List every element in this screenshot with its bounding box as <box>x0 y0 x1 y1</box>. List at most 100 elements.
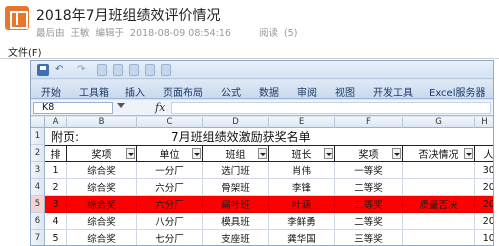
cell-no[interactable]: 3 <box>45 196 67 213</box>
cell-level[interactable]: 一等奖 <box>335 162 403 179</box>
appendix-label[interactable]: 附页: <box>51 128 79 145</box>
tab-formulas[interactable]: 公式 <box>221 84 241 99</box>
cell-team[interactable]: 支座班 <box>203 230 269 245</box>
cell-veto[interactable] <box>403 213 475 230</box>
cell-bonus[interactable]: 200.00 <box>475 213 493 230</box>
file-menu[interactable]: 文件(F) <box>8 44 42 59</box>
open-icon[interactable] <box>113 64 123 76</box>
cell-team[interactable]: 模具班 <box>203 213 269 230</box>
cell-no[interactable]: 5 <box>45 230 67 245</box>
formula-input[interactable] <box>171 102 491 114</box>
cell-no[interactable]: 4 <box>45 213 67 230</box>
tab-excel-server[interactable]: Excel服务器 <box>429 84 486 99</box>
cell-award[interactable]: 综合奖 <box>67 162 137 179</box>
tab-toolbox[interactable]: 工具箱 <box>79 84 109 99</box>
filter-dropdown-icon[interactable] <box>324 148 333 159</box>
cell-bonus[interactable]: 300.00 <box>475 162 493 179</box>
cell-award[interactable]: 综合奖 <box>67 213 137 230</box>
header-cell-team[interactable]: 班组 <box>203 145 269 162</box>
cell-team[interactable]: 扁叶班 <box>203 196 269 213</box>
header-cell-bonus-label: 人均奖 <box>483 150 494 161</box>
cell-level[interactable]: 二等奖 <box>335 213 403 230</box>
tab-insert[interactable]: 插入 <box>125 84 145 99</box>
filter-dropdown-icon[interactable] <box>126 148 135 159</box>
column-header-h[interactable]: H <box>475 117 493 128</box>
cell-unit[interactable]: 六分厂 <box>137 179 203 196</box>
column-header-c[interactable]: C <box>137 117 203 128</box>
cell-veto[interactable] <box>403 230 475 245</box>
header-cell-bonus[interactable]: 人均奖 <box>475 145 494 162</box>
row-header[interactable]: 4 <box>31 179 45 196</box>
column-header-f[interactable]: F <box>335 117 403 128</box>
cell-unit[interactable]: 七分厂 <box>137 230 203 245</box>
excel-window: ↶ ↷ 开始 工具箱 插入 页面布局 公式 数据 审阅 视图 开发工具 Exce… <box>30 60 494 246</box>
filter-dropdown-icon[interactable] <box>192 148 201 159</box>
cell-award[interactable]: 综合奖 <box>67 230 137 245</box>
cell-bonus[interactable]: 200.00 <box>475 196 493 213</box>
print-preview-icon[interactable] <box>97 64 107 76</box>
filter-dropdown-icon[interactable] <box>464 148 473 159</box>
select-all-corner[interactable] <box>31 117 45 128</box>
cell-leader[interactable]: 李锋 <box>269 179 335 196</box>
column-header-g[interactable]: G <box>403 117 475 128</box>
header-cell-leader[interactable]: 班长 <box>269 145 335 162</box>
name-box[interactable]: K8 <box>33 102 113 114</box>
header-cell-no[interactable]: 排 <box>45 145 67 162</box>
cell-unit[interactable]: 八分厂 <box>137 213 203 230</box>
insert-function-icon[interactable]: fx <box>155 101 165 114</box>
filter-dropdown-icon[interactable] <box>392 148 401 159</box>
row-header[interactable]: 2 <box>31 145 45 162</box>
row-header[interactable]: 3 <box>31 162 45 179</box>
column-header-b[interactable]: B <box>67 117 137 128</box>
cell-level[interactable]: 三等奖 <box>335 230 403 245</box>
tab-home[interactable]: 开始 <box>41 84 61 99</box>
new-icon[interactable] <box>129 64 139 76</box>
row-header[interactable]: 5 <box>31 196 45 213</box>
column-header-e[interactable]: E <box>269 117 335 128</box>
header-cell-veto[interactable]: 否决情况 <box>403 145 475 162</box>
save-icon[interactable] <box>37 64 49 76</box>
column-header-d[interactable]: D <box>203 117 269 128</box>
name-box-dropdown-icon[interactable] <box>117 103 125 108</box>
cell-no[interactable]: 1 <box>45 162 67 179</box>
header-cell-level[interactable]: 奖项 <box>335 145 403 162</box>
redo-icon[interactable]: ↷ <box>77 64 89 76</box>
last-edited-label: 最后由 <box>36 28 65 39</box>
cell-leader[interactable]: 龚华国 <box>269 230 335 245</box>
row-header[interactable]: 7 <box>31 230 45 245</box>
cell-award[interactable]: 综合奖 <box>67 196 137 213</box>
cell-team[interactable]: 选门班 <box>203 162 269 179</box>
header-cell-unit[interactable]: 单位 <box>137 145 203 162</box>
author-name[interactable]: 王敏 <box>71 28 90 39</box>
cell-award[interactable]: 综合奖 <box>67 179 137 196</box>
cell-leader[interactable]: 叶涵 <box>269 196 335 213</box>
cell-bonus[interactable]: 100.00 <box>475 230 493 245</box>
views-count: (5) <box>283 28 298 39</box>
tab-page-layout[interactable]: 页面布局 <box>163 84 203 99</box>
cell-unit[interactable]: 一分厂 <box>137 162 203 179</box>
tab-developer[interactable]: 开发工具 <box>373 84 413 99</box>
filter-dropdown-icon[interactable] <box>258 148 267 159</box>
cell-bonus[interactable]: 200.00 <box>475 179 493 196</box>
tab-review[interactable]: 审阅 <box>297 84 317 99</box>
cell-no[interactable]: 2 <box>45 179 67 196</box>
cell-leader[interactable]: 肖伟 <box>269 162 335 179</box>
cell-level[interactable]: 二等奖 <box>335 179 403 196</box>
mail-icon[interactable] <box>145 64 155 76</box>
sheet-title[interactable]: 7月班组绩效激励获奖名单 <box>171 128 311 145</box>
cell-unit[interactable]: 六分厂 <box>137 196 203 213</box>
tab-data[interactable]: 数据 <box>259 84 279 99</box>
row-header[interactable]: 6 <box>31 213 45 230</box>
cell-level[interactable]: 二等奖 <box>335 196 403 213</box>
cell-team[interactable]: 骨架班 <box>203 179 269 196</box>
cell-veto[interactable] <box>403 162 475 179</box>
tab-view[interactable]: 视图 <box>335 84 355 99</box>
undo-icon[interactable]: ↶ <box>55 64 67 76</box>
cell-veto[interactable]: 质量否决 <box>403 196 475 213</box>
customize-toolbar-icon[interactable] <box>161 64 171 76</box>
column-header-a[interactable]: A <box>45 117 67 128</box>
row-header[interactable]: 1 <box>31 128 45 145</box>
header-cell-award[interactable]: 奖项 <box>67 145 137 162</box>
cell-leader[interactable]: 李鲜勇 <box>269 213 335 230</box>
cell-veto[interactable] <box>403 179 475 196</box>
